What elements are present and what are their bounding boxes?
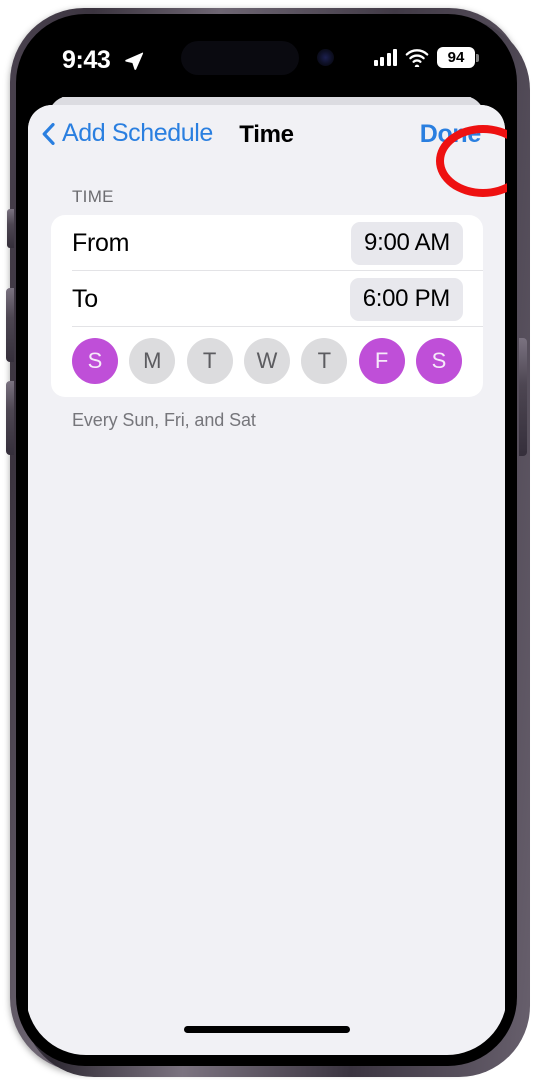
day-toggle-wednesday[interactable]: W: [243, 338, 290, 384]
power-button[interactable]: [519, 338, 527, 456]
wifi-icon: [405, 48, 429, 67]
volume-down-button[interactable]: [6, 381, 14, 455]
battery-icon: [476, 53, 479, 62]
day-toggle-monday[interactable]: M: [129, 338, 176, 384]
table-row[interactable]: From 9:00 AM: [51, 215, 483, 271]
dynamic-island: [181, 41, 299, 75]
time-card: From 9:00 AM To 6:00 PM S M T W T F S: [51, 215, 483, 397]
day-selector: S M T W T F S: [51, 327, 483, 397]
done-button[interactable]: Done: [420, 120, 482, 149]
status-bar-time: 9:43: [62, 46, 111, 74]
volume-up-button[interactable]: [6, 288, 14, 362]
table-row[interactable]: To 6:00 PM: [51, 271, 483, 327]
mute-switch-button[interactable]: [7, 209, 14, 248]
schedule-summary-note: Every Sun, Fri, and Sat: [72, 410, 256, 430]
day-toggle-saturday[interactable]: S: [415, 338, 462, 384]
from-time-value[interactable]: 9:00 AM: [351, 221, 463, 265]
location-arrow-icon: [125, 52, 144, 70]
navigation-bar: Add Schedule Time Done: [28, 105, 505, 166]
battery-level: 94: [437, 47, 475, 68]
day-toggle-sunday[interactable]: S: [72, 338, 118, 384]
screenshot-root: 9:43 94 Add Schedule Time Done TIME From…: [0, 0, 533, 1080]
status-bar-indicators: 94: [373, 47, 479, 68]
section-header-time: TIME: [72, 187, 114, 206]
day-toggle-tuesday[interactable]: T: [186, 338, 233, 384]
signal-bars-icon: [373, 49, 397, 66]
front-camera-icon: [317, 49, 334, 66]
row-label-from: From: [72, 228, 130, 257]
day-toggle-friday[interactable]: F: [358, 338, 405, 384]
to-time-value[interactable]: 6:00 PM: [349, 277, 463, 321]
day-toggle-thursday[interactable]: T: [301, 338, 348, 384]
phone-screen: 9:43 94 Add Schedule Time Done TIME From…: [26, 25, 507, 1055]
home-indicator[interactable]: [183, 1026, 350, 1033]
time-settings-sheet: Add Schedule Time Done TIME From 9:00 AM…: [28, 105, 505, 1055]
row-label-to: To: [72, 284, 98, 313]
status-bar: 9:43 94: [26, 25, 507, 97]
row-separator: [72, 326, 483, 327]
